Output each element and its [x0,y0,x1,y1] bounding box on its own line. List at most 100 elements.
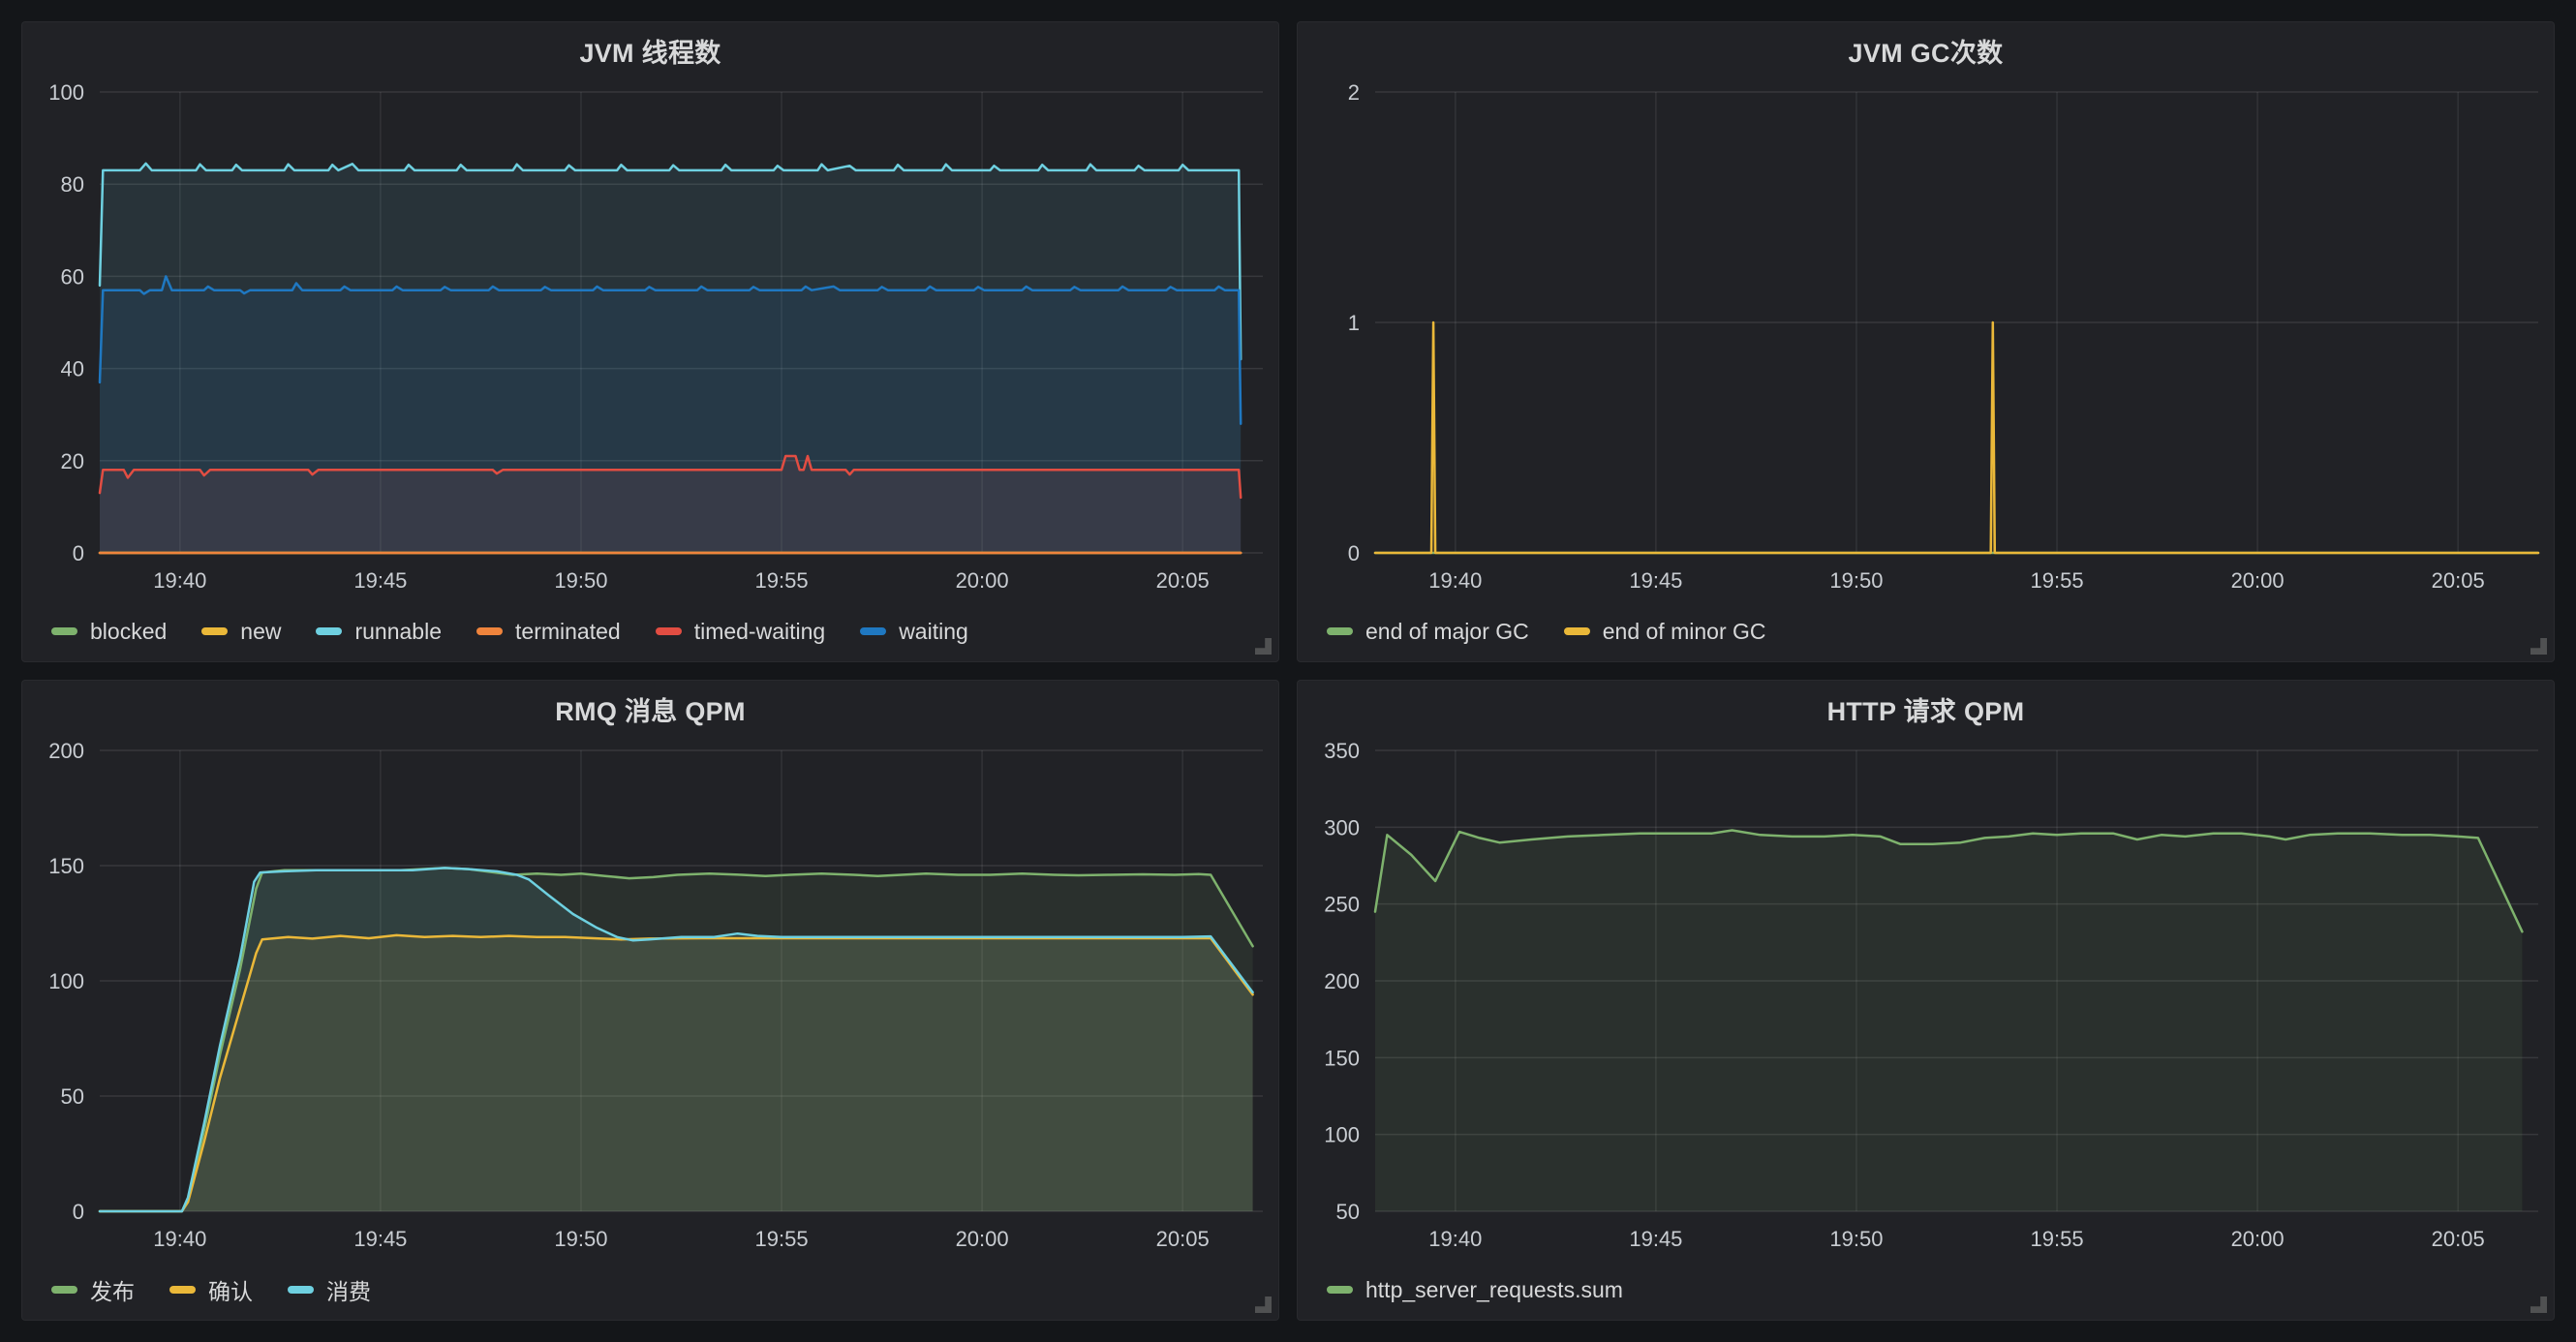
x-axis-tick-label: 19:55 [755,1227,809,1251]
legend-label: terminated [515,619,621,645]
y-axis-tick-label: 350 [1324,739,1360,763]
chart-legend: 发布 确认 消费 [22,1260,1278,1320]
chart-plot-area[interactable]: 05010015020019:4019:4519:5019:5520:0020:… [22,737,1278,1260]
y-axis-tick-label: 100 [48,969,84,993]
legend-item-blocked[interactable]: blocked [51,619,167,645]
panel-header[interactable]: JVM GC次数 [1298,22,2554,78]
legend-item-runnable[interactable]: runnable [316,619,442,645]
dashboard-grid: JVM 线程数 02040608010019:4019:4519:5019:55… [0,0,2576,1342]
legend-color-marker [656,627,682,635]
y-axis-tick-label: 200 [48,739,84,763]
panel-rmq-qpm: RMQ 消息 QPM 05010015020019:4019:4519:5019… [21,680,1279,1321]
legend-label: http_server_requests.sum [1365,1277,1623,1303]
chart-legend: blocked new runnable terminated timed-waitin… [22,601,1278,661]
panel-title: HTTP 请求 QPM [1827,690,2025,728]
chart-legend: http_server_requests.sum [1298,1260,2554,1320]
y-axis-tick-label: 60 [61,264,84,289]
y-axis-tick-label: 1 [1348,311,1360,335]
legend-item-end of major GC[interactable]: end of major GC [1327,619,1529,645]
x-axis-tick-label: 19:40 [153,568,206,593]
x-axis-tick-label: 19:45 [353,1227,407,1251]
legend-color-marker [1327,627,1353,635]
chart-canvas[interactable]: 5010015020025030035019:4019:4519:5019:55… [1298,737,2554,1260]
x-axis-tick-label: 20:00 [2231,1227,2285,1251]
y-axis-tick-label: 80 [61,172,84,197]
legend-label: end of major GC [1365,619,1529,645]
chart-plot-area[interactable]: 5010015020025030035019:4019:4519:5019:55… [1298,737,2554,1260]
panel-header[interactable]: HTTP 请求 QPM [1298,681,2554,737]
panel-title: JVM 线程数 [579,32,721,70]
x-axis-tick-label: 20:00 [956,568,1009,593]
y-axis-tick-label: 0 [73,1200,84,1224]
legend-label: new [240,619,281,645]
legend-item-new[interactable]: new [201,619,281,645]
y-axis-tick-label: 100 [1324,1123,1360,1147]
y-axis-tick-label: 100 [48,80,84,105]
x-axis-tick-label: 19:55 [755,568,809,593]
y-axis-tick-label: 50 [1336,1200,1360,1224]
y-axis-tick-label: 200 [1324,969,1360,993]
x-axis-tick-label: 19:45 [1629,568,1682,593]
y-axis-tick-label: 250 [1324,893,1360,917]
x-axis-tick-label: 19:40 [1428,1227,1482,1251]
y-axis-tick-label: 50 [61,1084,84,1109]
panel-header[interactable]: RMQ 消息 QPM [22,681,1278,737]
legend-item-消费[interactable]: 消费 [288,1273,371,1306]
x-axis-tick-label: 19:45 [353,568,407,593]
legend-label: waiting [899,619,968,645]
legend-color-marker [51,1286,77,1294]
x-axis-tick-label: 19:55 [2031,568,2084,593]
legend-color-marker [51,627,77,635]
y-axis-tick-label: 300 [1324,815,1360,839]
x-axis-tick-label: 19:55 [2031,1227,2084,1251]
legend-label: timed-waiting [694,619,826,645]
legend-color-marker [1564,627,1590,635]
legend-item-terminated[interactable]: terminated [476,619,621,645]
series-fill-end of minor GC [1375,322,2538,553]
legend-label: runnable [354,619,442,645]
chart-legend: end of major GC end of minor GC [1298,601,2554,661]
chart-canvas[interactable]: 05010015020019:4019:4519:5019:5520:0020:… [22,737,1278,1260]
chart-plot-area[interactable]: 01219:4019:4519:5019:5520:0020:05 [1298,78,2554,601]
y-axis-tick-label: 40 [61,357,84,381]
x-axis-tick-label: 19:40 [1428,568,1482,593]
legend-label: 发布 [90,1273,135,1306]
x-axis-tick-label: 19:50 [554,568,607,593]
chart-canvas[interactable]: 0 20 40 60 80 100 19:40 19:45 19:50 19:55 20:00 20:… [22,78,1278,601]
x-axis-tick-label: 19:50 [554,1227,607,1251]
legend-label: end of minor GC [1603,619,1766,645]
panel-title: JVM GC次数 [1849,32,2004,70]
legend-item-确认[interactable]: 确认 [169,1273,253,1306]
series-fill-http_server_requests.sum [1375,831,2522,1212]
panel-title: RMQ 消息 QPM [555,690,746,728]
x-axis-tick-label: 20:00 [2231,568,2285,593]
x-axis-tick-label: 20:05 [2432,1227,2485,1251]
panel-http-qpm: HTTP 请求 QPM 50 100 150 200 250 300 350 19:40 19:… [1297,680,2555,1321]
legend-color-marker [201,627,228,635]
series-fill-waiting [100,276,1241,553]
legend-label: blocked [90,619,167,645]
y-axis-tick-label: 0 [73,541,84,565]
legend-item-http_server_requests.sum[interactable]: http_server_requests.sum [1327,1277,1623,1303]
chart-plot-area[interactable]: 0 20 40 60 80 100 19:40 19:45 19:50 19:55 20:00 20:… [22,78,1278,601]
legend-item-发布[interactable]: 发布 [51,1273,135,1306]
legend-item-timed-waiting[interactable]: timed-waiting [656,619,826,645]
x-axis-tick-label: 19:45 [1629,1227,1682,1251]
y-axis-tick-label: 20 [61,449,84,473]
chart-canvas[interactable]: 01219:4019:4519:5019:5520:0020:05 [1298,78,2554,601]
y-axis-tick-label: 150 [48,854,84,878]
panel-header[interactable]: JVM 线程数 [22,22,1278,78]
legend-label: 消费 [326,1273,371,1306]
legend-color-marker [1327,1286,1353,1294]
legend-item-end of minor GC[interactable]: end of minor GC [1564,619,1766,645]
panel-jvm-gc: JVM GC次数 01219:4019:4519:5019:5520:0020:… [1297,21,2555,662]
y-axis-tick-label: 150 [1324,1046,1360,1070]
legend-color-marker [860,627,886,635]
legend-item-waiting[interactable]: waiting [860,619,968,645]
x-axis-tick-label: 20:05 [2432,568,2485,593]
legend-color-marker [476,627,503,635]
y-axis-tick-label: 2 [1348,80,1360,105]
x-axis-tick-label: 20:05 [1156,568,1210,593]
x-axis-tick-label: 19:50 [1829,568,1883,593]
legend-color-marker [316,627,342,635]
